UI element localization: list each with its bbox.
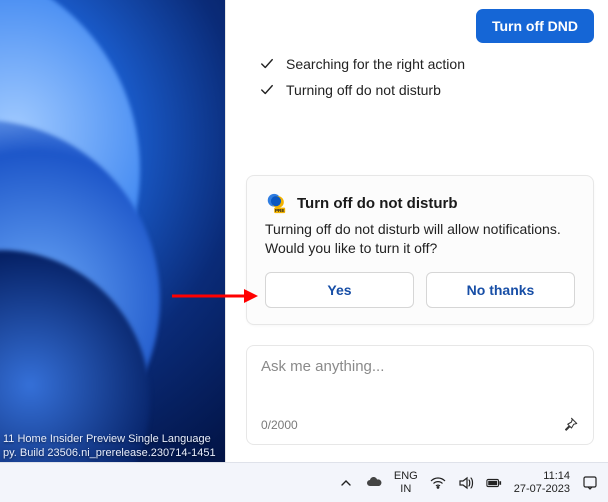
status-text: Turning off do not disturb (286, 82, 441, 98)
clock[interactable]: 11:14 27-07-2023 (514, 470, 570, 496)
no-thanks-button[interactable]: No thanks (426, 272, 575, 308)
clock-date: 27-07-2023 (514, 483, 570, 496)
svg-text:PRE: PRE (275, 208, 284, 213)
clock-time: 11:14 (514, 470, 570, 483)
copilot-panel: Turn off DND Searching for the right act… (225, 0, 608, 462)
status-list: Searching for the right action Turning o… (260, 56, 588, 108)
status-text: Searching for the right action (286, 56, 465, 72)
wifi-icon[interactable] (430, 475, 446, 491)
card-header: PRE Turn off do not disturb (265, 192, 575, 214)
watermark-line: py. Build 23506.ni_prerelease.230714-145… (3, 446, 216, 460)
notifications-icon[interactable] (582, 475, 598, 491)
taskbar[interactable]: ENG IN 11:14 27-07-2023 (0, 462, 608, 502)
watermark-line: 11 Home Insider Preview Single Language (3, 432, 216, 446)
input-card: 0/2000 (246, 345, 594, 445)
copilot-pre-icon: PRE (265, 192, 287, 214)
status-row: Searching for the right action (260, 56, 588, 72)
onedrive-icon[interactable] (366, 475, 382, 491)
language-indicator[interactable]: ENG IN (394, 470, 418, 496)
char-counter: 0/2000 (261, 418, 298, 432)
input-footer: 0/2000 (261, 416, 579, 434)
check-icon (260, 83, 274, 97)
desktop-wallpaper: 11 Home Insider Preview Single Language … (0, 0, 225, 462)
check-icon (260, 57, 274, 71)
card-actions: Yes No thanks (265, 272, 575, 308)
lang-bottom: IN (394, 483, 418, 496)
turn-off-dnd-button[interactable]: Turn off DND (476, 9, 594, 43)
lang-top: ENG (394, 470, 418, 483)
confirmation-card: PRE Turn off do not disturb Turning off … (246, 175, 594, 325)
ask-input[interactable] (261, 358, 579, 375)
pin-icon[interactable] (561, 416, 579, 434)
yes-button[interactable]: Yes (265, 272, 414, 308)
tray-overflow-icon[interactable] (338, 475, 354, 491)
windows-watermark: 11 Home Insider Preview Single Language … (0, 430, 219, 462)
status-row: Turning off do not disturb (260, 82, 588, 98)
card-body: Turning off do not disturb will allow no… (265, 220, 575, 258)
card-title: Turn off do not disturb (297, 195, 458, 212)
annotation-arrow-icon (170, 286, 258, 306)
volume-icon[interactable] (458, 475, 474, 491)
battery-icon[interactable] (486, 475, 502, 491)
